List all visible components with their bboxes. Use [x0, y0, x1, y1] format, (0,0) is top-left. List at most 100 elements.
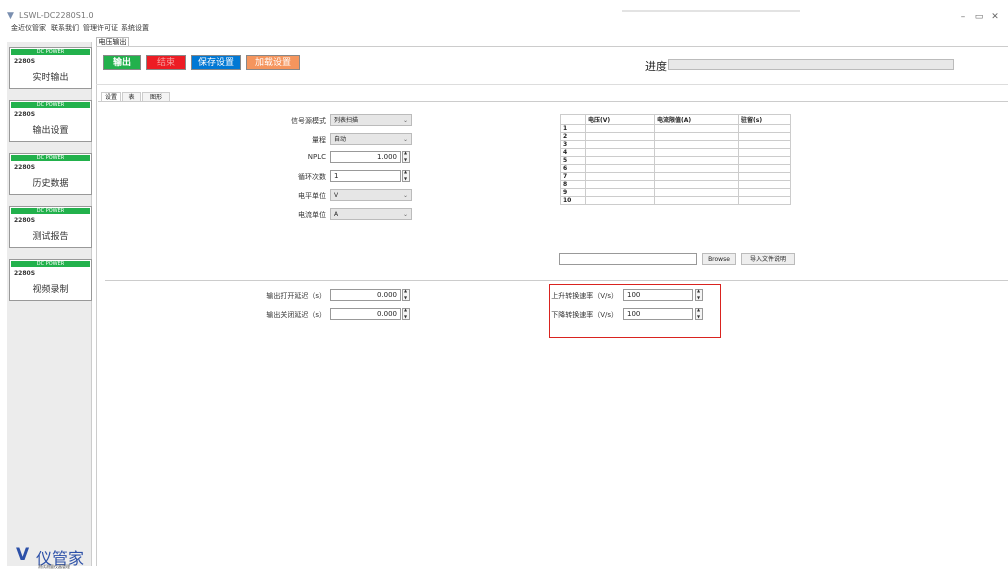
card-header: DC POWER — [11, 208, 90, 214]
signal-mode-select[interactable]: 列表扫描 ⌄ — [330, 114, 412, 126]
on-delay-label: 输出打开延迟（s） — [266, 292, 326, 300]
row-number: 2 — [560, 132, 586, 141]
chevron-down-icon: ⌄ — [402, 211, 408, 218]
row-number: 1 — [560, 124, 586, 133]
table-row[interactable]: 10 — [560, 196, 791, 205]
cycles-label: 循环次数 — [298, 173, 326, 181]
sidebar-item-output-settings[interactable]: DC POWER 2280S 输出设置 — [9, 100, 92, 142]
brand-subtext: 测试测量仪器管理 — [38, 564, 70, 569]
import-help-button[interactable]: 导入文件说明 — [741, 253, 795, 265]
fall-rate-spinner[interactable] — [695, 307, 703, 320]
range-select[interactable]: 自动 ⌄ — [330, 133, 412, 145]
card-label: 视频录制 — [32, 285, 69, 295]
menu-item-home[interactable]: 金近仪管家 — [11, 23, 46, 33]
current-unit-value: A — [334, 211, 339, 218]
close-button[interactable]: ✕ — [988, 11, 1002, 23]
table-row[interactable]: 5 — [560, 156, 791, 165]
sidebar: DC POWER 2280S 实时输出 DC POWER 2280S 输出设置 … — [7, 42, 92, 566]
rise-rate-input[interactable]: 100 — [623, 289, 693, 301]
table-row[interactable]: 8 — [560, 180, 791, 189]
voltage-unit-select[interactable]: V ⌄ — [330, 189, 412, 201]
card-model: 2280S — [14, 270, 36, 277]
voltage-unit-label: 电平单位 — [298, 192, 326, 200]
fall-rate-label: 下降转换速率（V/s） — [551, 311, 618, 319]
app-title: LSWL-DC2280S1.0 — [19, 11, 94, 20]
end-button[interactable]: 结束 — [146, 55, 186, 70]
row-number: 10 — [560, 196, 586, 205]
menu-item-settings[interactable]: 系统设置 — [121, 23, 149, 33]
on-delay-input[interactable]: 0.000 — [330, 289, 401, 301]
on-delay-spinner[interactable] — [402, 288, 410, 301]
app-logo-icon: ▼ — [7, 11, 14, 21]
table-row[interactable]: 6 — [560, 164, 791, 173]
fall-rate-input[interactable]: 100 — [623, 308, 693, 320]
row-number: 5 — [560, 156, 586, 165]
table-row[interactable]: 2 — [560, 132, 791, 141]
table-header: 电压(V) — [585, 114, 655, 125]
card-label: 历史数据 — [32, 179, 69, 189]
table-header — [560, 114, 586, 125]
range-label: 量程 — [312, 136, 326, 144]
card-label: 实时输出 — [32, 73, 69, 83]
sidebar-item-video[interactable]: DC POWER 2280S 视频录制 — [9, 259, 92, 301]
card-label: 测试报告 — [32, 232, 69, 242]
progress-label: 进度 — [645, 60, 667, 73]
signal-mode-label: 信号源模式 — [291, 117, 326, 125]
card-model: 2280S — [14, 58, 36, 65]
table-row[interactable]: 4 — [560, 148, 791, 157]
card-label: 输出设置 — [32, 126, 69, 136]
off-delay-input[interactable]: 0.000 — [330, 308, 401, 320]
range-value: 自动 — [334, 136, 347, 143]
sidebar-item-realtime-output[interactable]: DC POWER 2280S 实时输出 — [9, 47, 92, 89]
card-header: DC POWER — [11, 102, 90, 108]
restore-button[interactable]: ▭ — [972, 11, 986, 23]
card-model: 2280S — [14, 164, 36, 171]
row-number: 9 — [560, 188, 586, 197]
rise-rate-spinner[interactable] — [695, 288, 703, 301]
nplc-label: NPLC — [307, 153, 326, 161]
progress-bar — [668, 59, 954, 70]
row-number: 6 — [560, 164, 586, 173]
sidebar-item-history[interactable]: DC POWER 2280S 历史数据 — [9, 153, 92, 195]
save-settings-button[interactable]: 保存设置 — [191, 55, 241, 70]
signal-mode-value: 列表扫描 — [334, 117, 359, 124]
chevron-down-icon: ⌄ — [402, 192, 408, 199]
table-row[interactable]: 9 — [560, 188, 791, 197]
title-bar — [0, 0, 1008, 34]
card-header: DC POWER — [11, 155, 90, 161]
table-header: 驻留(s) — [738, 114, 791, 125]
row-number: 8 — [560, 180, 586, 189]
card-header: DC POWER — [11, 261, 90, 267]
chevron-down-icon: ⌄ — [402, 117, 408, 124]
card-header: DC POWER — [11, 49, 90, 55]
table-header: 电流限值(A) — [654, 114, 739, 125]
row-number: 7 — [560, 172, 586, 181]
minimize-button[interactable]: – — [956, 11, 970, 23]
brand-v-icon: V — [16, 545, 30, 565]
current-unit-select[interactable]: A ⌄ — [330, 208, 412, 220]
brand-logo: V 仪管家 测试测量仪器管理 — [16, 545, 90, 569]
load-settings-button[interactable]: 加载设置 — [246, 55, 300, 70]
sidebar-item-report[interactable]: DC POWER 2280S 测试报告 — [9, 206, 92, 248]
table-row[interactable]: 3 — [560, 140, 791, 149]
divider — [105, 280, 1008, 281]
row-number: 3 — [560, 140, 586, 149]
table-header-row: 电压(V) 电流限值(A) 驻留(s) — [560, 114, 791, 125]
menu-item-license[interactable]: 管理许可证 — [83, 23, 118, 33]
cycles-spinner[interactable] — [402, 169, 410, 182]
file-path-input[interactable] — [559, 253, 697, 265]
card-model: 2280S — [14, 111, 36, 118]
cycles-input[interactable]: 1 — [330, 170, 401, 182]
card-model: 2280S — [14, 217, 36, 224]
table-row[interactable]: 1 — [560, 124, 791, 133]
list-sweep-table: 电压(V) 电流限值(A) 驻留(s) 1 2 3 4 5 6 7 8 9 10 — [560, 114, 791, 205]
rise-rate-label: 上升转换速率（V/s） — [551, 292, 618, 300]
table-row[interactable]: 7 — [560, 172, 791, 181]
nplc-spinner[interactable] — [402, 150, 410, 163]
off-delay-label: 输出关闭延迟（s） — [266, 311, 326, 319]
nplc-input[interactable]: 1.000 — [330, 151, 401, 163]
menu-item-contact[interactable]: 联系我们 — [51, 23, 79, 33]
output-button[interactable]: 输出 — [103, 55, 141, 70]
browse-button[interactable]: Browse — [702, 253, 736, 265]
off-delay-spinner[interactable] — [402, 307, 410, 320]
